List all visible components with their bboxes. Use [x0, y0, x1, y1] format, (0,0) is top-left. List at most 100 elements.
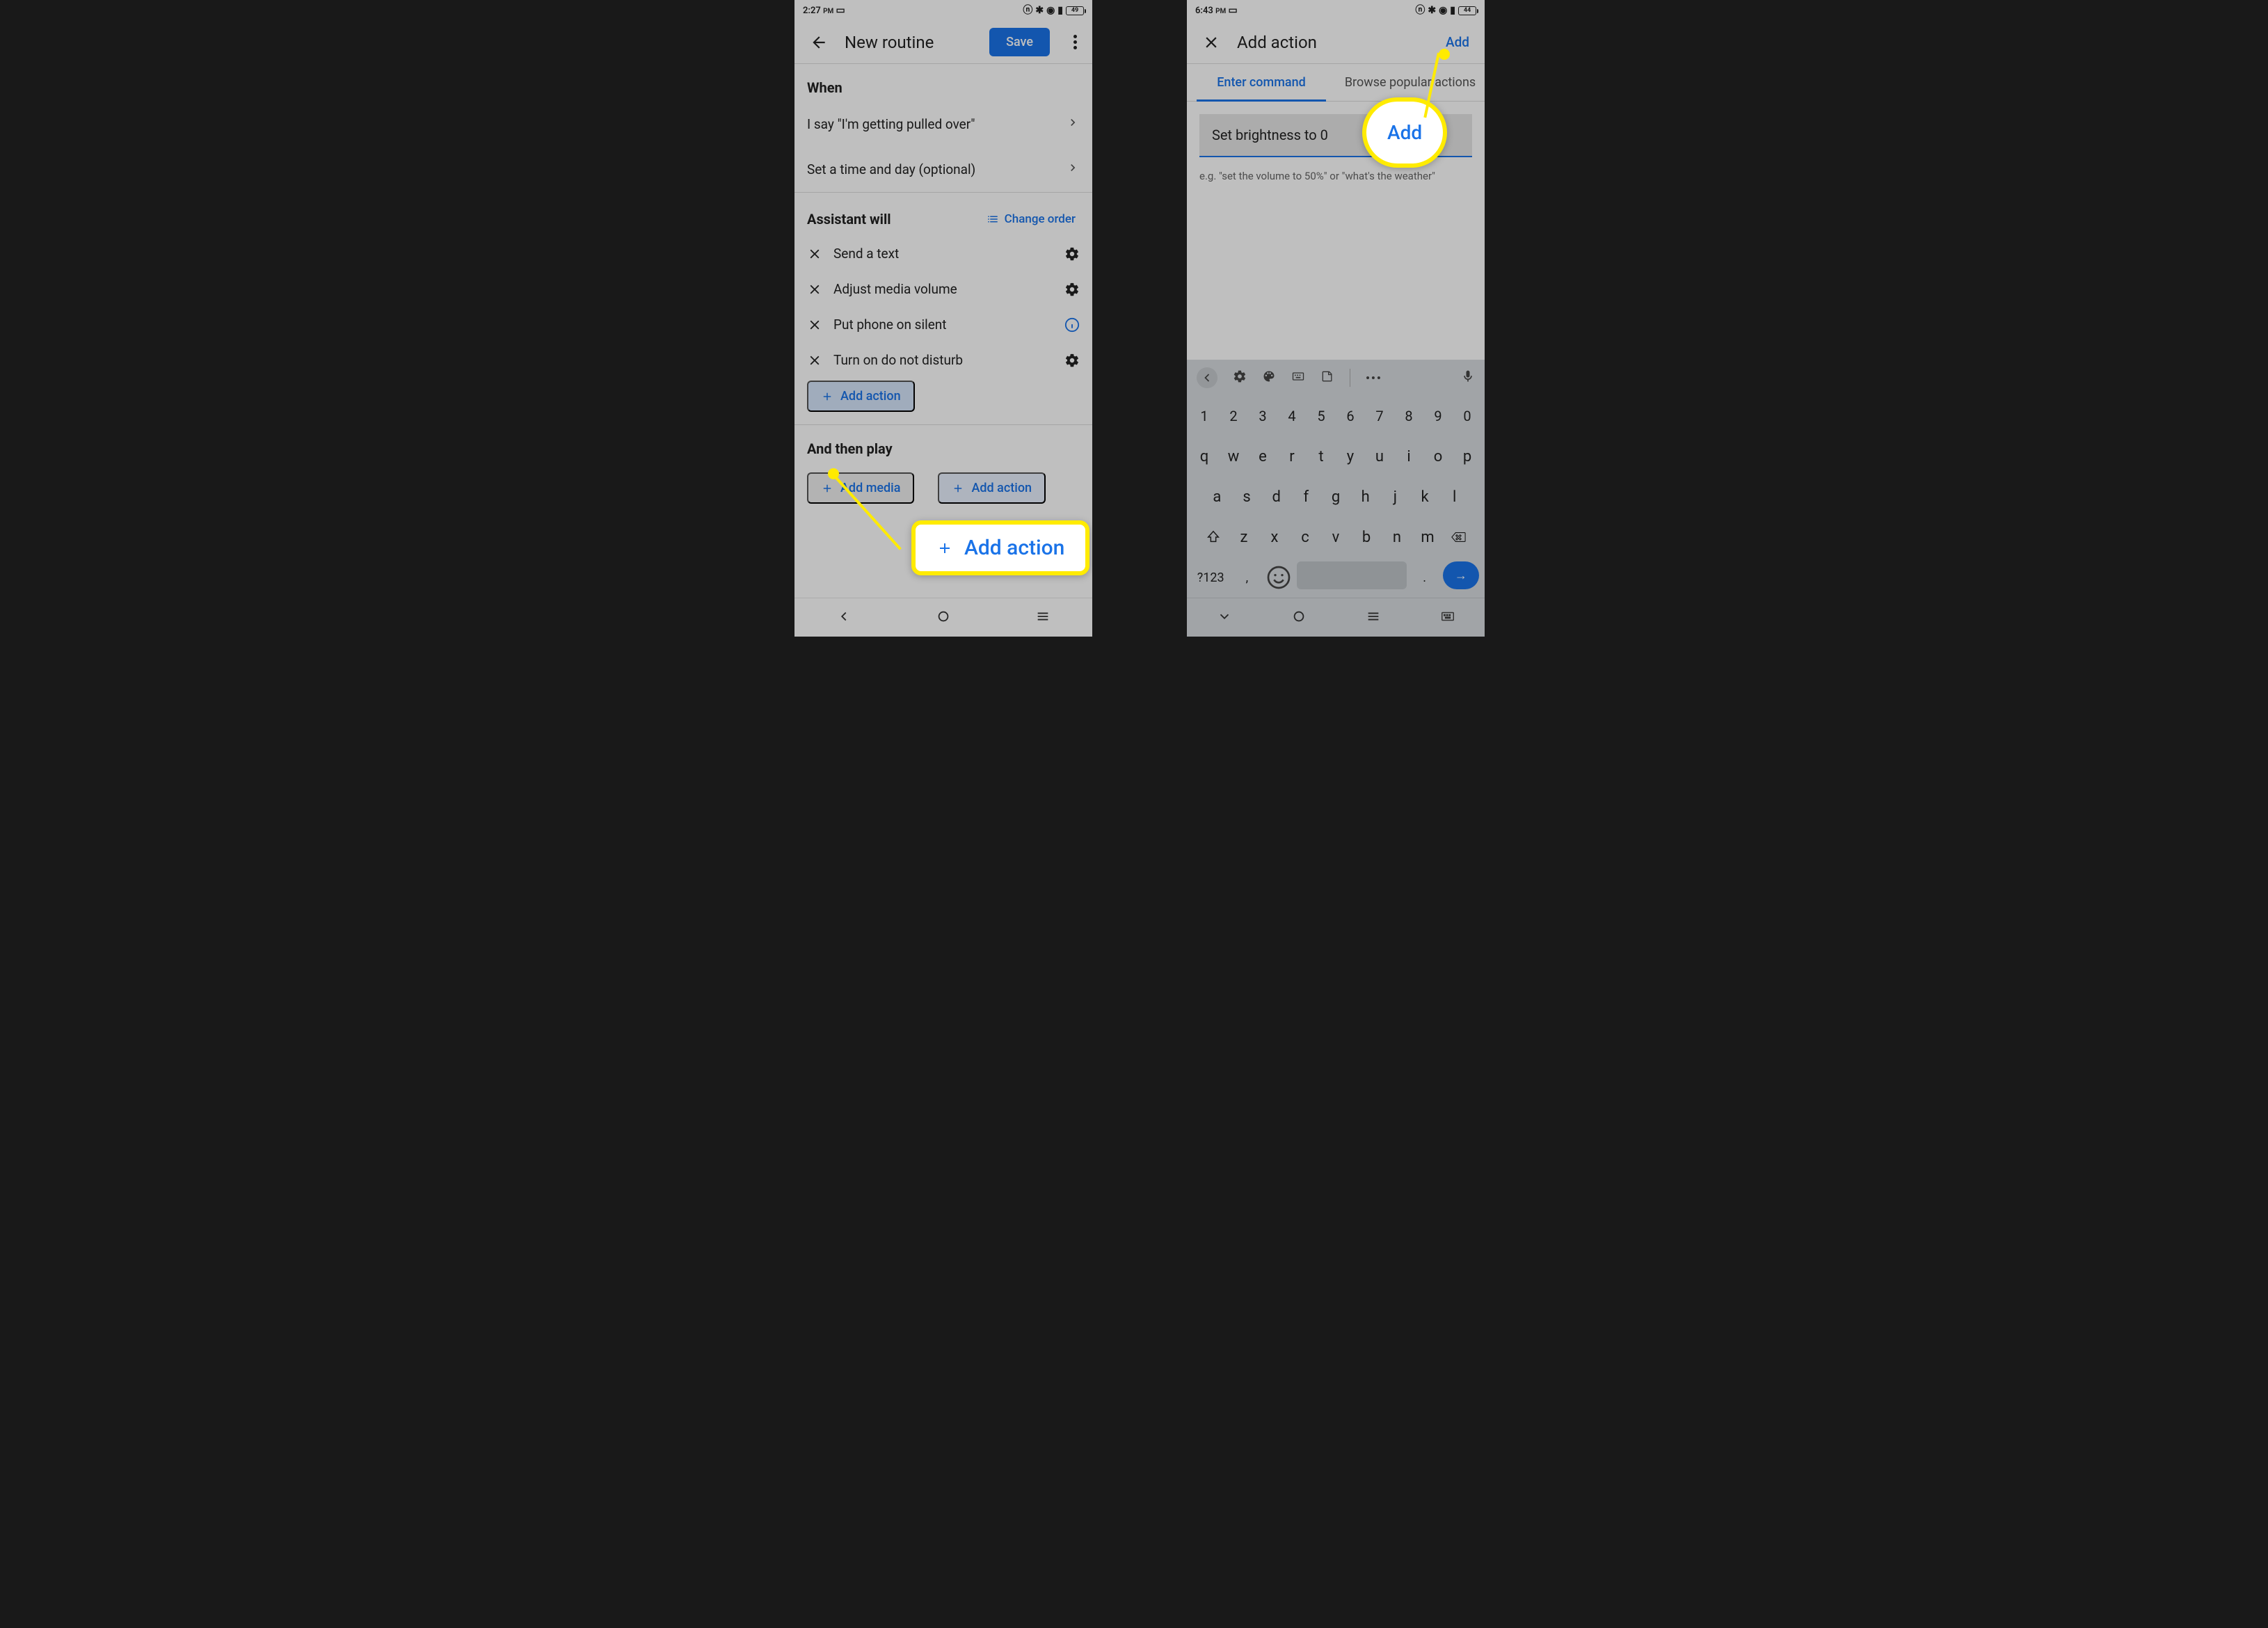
- change-order-button[interactable]: Change order: [982, 208, 1080, 230]
- kbd-comma-key[interactable]: ,: [1233, 561, 1261, 593]
- remove-action-button[interactable]: [807, 282, 822, 297]
- remove-action-button[interactable]: [807, 353, 822, 368]
- kbd-mic-icon[interactable]: [1461, 369, 1475, 386]
- kbd-key-r[interactable]: r: [1279, 440, 1305, 472]
- trigger-phrase-row[interactable]: I say "I'm getting pulled over": [794, 102, 1092, 147]
- kbd-key-3[interactable]: 3: [1249, 400, 1276, 432]
- nav-home-button[interactable]: [1291, 609, 1307, 627]
- kbd-key-5[interactable]: 5: [1308, 400, 1334, 432]
- kbd-more-icon[interactable]: •••: [1366, 372, 1382, 385]
- action-label: Send a text: [833, 246, 1053, 262]
- kbd-backspace-key[interactable]: [1444, 521, 1472, 553]
- then-buttons-row: Add media Add action: [794, 463, 1092, 513]
- kbd-key-q[interactable]: q: [1191, 440, 1217, 472]
- nav-recents-button[interactable]: [1366, 609, 1381, 627]
- kbd-keyboard-icon[interactable]: [1291, 369, 1305, 386]
- callout-bubble: Add action: [911, 520, 1089, 575]
- add-action-button-then[interactable]: Add action: [938, 472, 1046, 504]
- tab-browse-popular[interactable]: Browse popular actions: [1336, 64, 1485, 101]
- kbd-key-e[interactable]: e: [1249, 440, 1276, 472]
- tab-enter-command[interactable]: Enter command: [1187, 64, 1336, 101]
- kbd-key-v[interactable]: v: [1322, 521, 1350, 553]
- when-heading: When: [807, 79, 1080, 96]
- back-button[interactable]: [806, 29, 832, 56]
- kbd-key-k[interactable]: k: [1412, 481, 1439, 513]
- kbd-key-j[interactable]: j: [1382, 481, 1409, 513]
- kbd-key-w[interactable]: w: [1220, 440, 1247, 472]
- kbd-key-i[interactable]: i: [1396, 440, 1422, 472]
- kbd-key-9[interactable]: 9: [1425, 400, 1451, 432]
- phone-left: 2:27 PM ▭ ⓝ ✱ ◉ ▮ 49 New routine Save Wh…: [794, 0, 1092, 637]
- nav-recents-button[interactable]: [1035, 609, 1051, 627]
- kbd-key-g[interactable]: g: [1323, 481, 1350, 513]
- kbd-key-n[interactable]: n: [1383, 521, 1411, 553]
- kbd-key-8[interactable]: 8: [1396, 400, 1422, 432]
- kbd-emoji-key[interactable]: [1265, 561, 1293, 593]
- assistant-section-header: Assistant will Change order: [794, 193, 1092, 236]
- callout-bubble: Add: [1362, 97, 1447, 168]
- close-button[interactable]: [1198, 29, 1224, 56]
- callout-add: Add: [1362, 97, 1447, 168]
- kbd-key-7[interactable]: 7: [1366, 400, 1393, 432]
- nav-hide-kbd-button[interactable]: [1217, 609, 1232, 627]
- kbd-key-h[interactable]: h: [1352, 481, 1379, 513]
- kbd-key-1[interactable]: 1: [1191, 400, 1217, 432]
- kbd-key-o[interactable]: o: [1425, 440, 1451, 472]
- nav-keyboard-switch-button[interactable]: [1440, 609, 1455, 627]
- action-row: Adjust media volume: [794, 271, 1092, 307]
- kbd-palette-icon[interactable]: [1262, 369, 1276, 386]
- schedule-label: Set a time and day (optional): [807, 161, 975, 177]
- on-screen-keyboard[interactable]: ••• 1234567890 qwertyuiop asdfghjkl zxcv…: [1187, 360, 1485, 598]
- kbd-key-x[interactable]: x: [1261, 521, 1288, 553]
- kbd-key-u[interactable]: u: [1366, 440, 1393, 472]
- callout-add-action: Add action: [911, 520, 1089, 575]
- kbd-shift-key[interactable]: [1199, 521, 1227, 553]
- android-nav-bar: [1187, 598, 1485, 637]
- nav-back-button[interactable]: [836, 609, 852, 627]
- schedule-row[interactable]: Set a time and day (optional): [794, 147, 1092, 192]
- gear-icon[interactable]: [1064, 246, 1080, 262]
- kbd-enter-key[interactable]: →: [1443, 561, 1479, 589]
- kbd-settings-icon[interactable]: [1233, 369, 1247, 386]
- remove-action-button[interactable]: [807, 317, 822, 333]
- kbd-period-key[interactable]: .: [1411, 561, 1439, 593]
- kbd-key-d[interactable]: d: [1263, 481, 1290, 513]
- kbd-key-2[interactable]: 2: [1220, 400, 1247, 432]
- kbd-key-0[interactable]: 0: [1454, 400, 1480, 432]
- signal-icon: ▮: [1450, 6, 1455, 15]
- plus-icon: [952, 482, 964, 495]
- status-bar: 6:43 PM ▭ ⓝ ✱ ◉ ▮ 44: [1187, 0, 1485, 21]
- kbd-key-b[interactable]: b: [1352, 521, 1380, 553]
- kbd-key-a[interactable]: a: [1204, 481, 1231, 513]
- kbd-collapse-button[interactable]: [1197, 367, 1217, 388]
- add-media-button[interactable]: Add media: [807, 472, 914, 504]
- kbd-space-key[interactable]: [1297, 561, 1406, 589]
- kbd-key-l[interactable]: l: [1441, 481, 1468, 513]
- more-menu-button[interactable]: [1069, 31, 1081, 54]
- save-button[interactable]: Save: [989, 28, 1050, 56]
- add-action-chip[interactable]: Add action: [807, 381, 915, 412]
- plus-icon: [821, 390, 833, 403]
- gear-icon[interactable]: [1064, 282, 1080, 297]
- kbd-key-m[interactable]: m: [1414, 521, 1442, 553]
- kbd-numeric-key[interactable]: ?123: [1192, 561, 1229, 593]
- remove-action-button[interactable]: [807, 246, 822, 262]
- kbd-key-z[interactable]: z: [1230, 521, 1258, 553]
- gear-icon[interactable]: [1064, 353, 1080, 368]
- action-label: Adjust media volume: [833, 281, 1053, 297]
- kbd-key-6[interactable]: 6: [1337, 400, 1364, 432]
- kbd-key-4[interactable]: 4: [1279, 400, 1305, 432]
- kbd-key-c[interactable]: c: [1291, 521, 1319, 553]
- kbd-key-y[interactable]: y: [1337, 440, 1364, 472]
- info-icon[interactable]: [1064, 317, 1080, 333]
- kbd-key-f[interactable]: f: [1293, 481, 1320, 513]
- wifi-icon: ◉: [1046, 6, 1055, 15]
- bluetooth-icon: ✱: [1428, 6, 1436, 15]
- plus-icon: [936, 540, 953, 557]
- kbd-key-s[interactable]: s: [1233, 481, 1261, 513]
- kbd-sticker-icon[interactable]: [1320, 369, 1334, 386]
- nav-home-button[interactable]: [936, 609, 951, 627]
- kbd-key-p[interactable]: p: [1454, 440, 1480, 472]
- action-row: Send a text: [794, 236, 1092, 271]
- kbd-key-t[interactable]: t: [1308, 440, 1334, 472]
